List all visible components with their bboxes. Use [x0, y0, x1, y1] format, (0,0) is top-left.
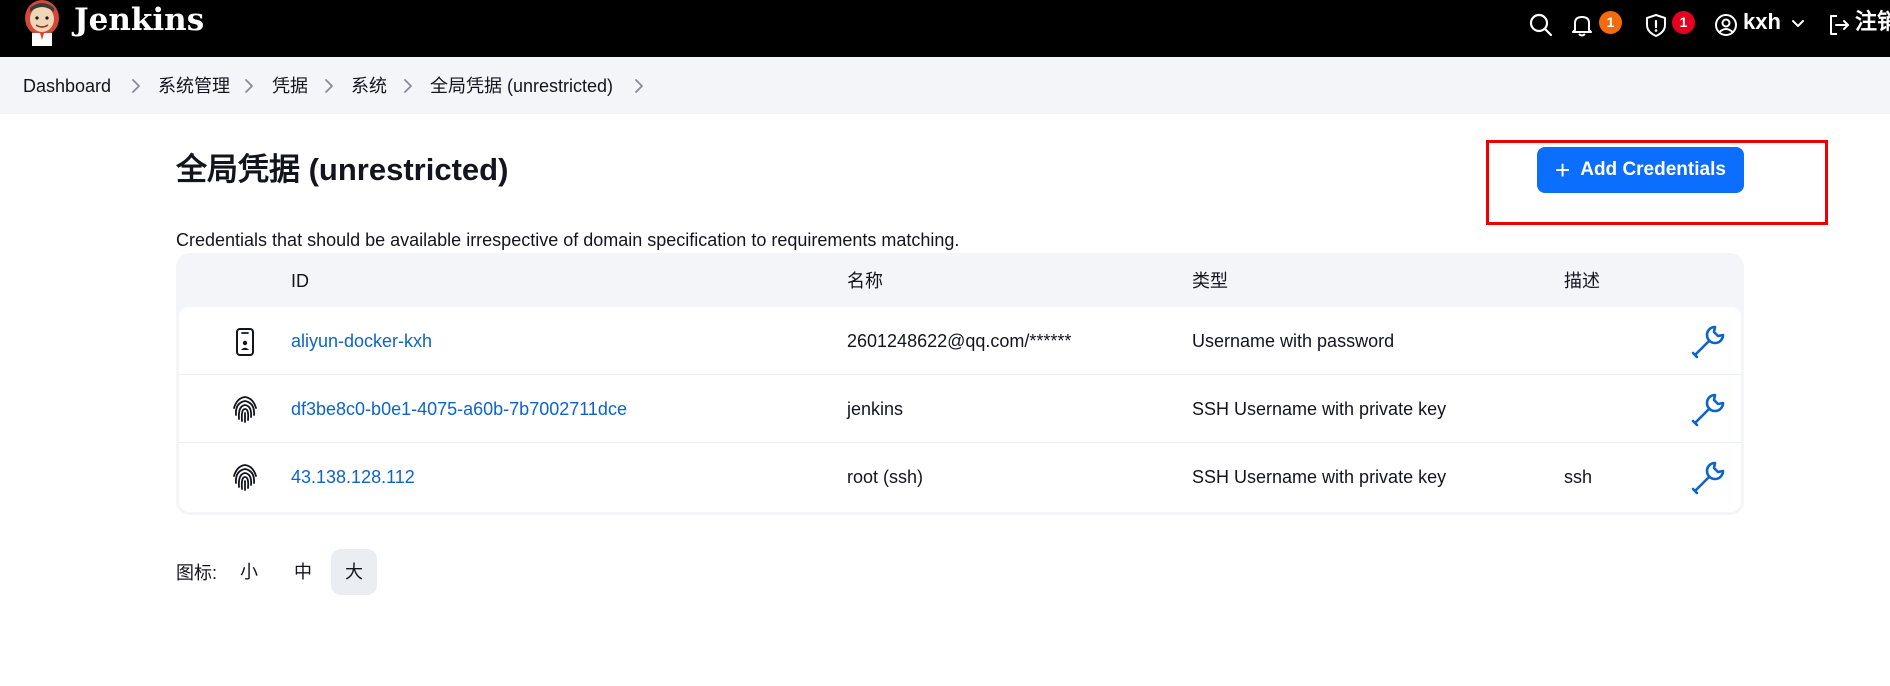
breadcrumb-system[interactable]: 系统 [351, 75, 387, 97]
column-header-type[interactable]: 类型 [1192, 270, 1228, 292]
credential-id-link[interactable]: df3be8c0-b0e1-4075-a60b-7b7002711dce [291, 398, 627, 420]
notification-count-badge[interactable]: 1 [1599, 11, 1622, 34]
wrench-icon[interactable] [1689, 457, 1729, 497]
chevron-right-icon [132, 79, 140, 93]
breadcrumb-dashboard[interactable]: Dashboard [23, 75, 111, 97]
table-row: df3be8c0-b0e1-4075-a60b-7b7002711dce jen… [179, 375, 1741, 443]
breadcrumb-system-management[interactable]: 系统管理 [158, 75, 230, 97]
wrench-icon[interactable] [1689, 389, 1729, 429]
chevron-right-icon [404, 79, 412, 93]
chevron-right-icon [245, 79, 253, 93]
user-icon[interactable] [1713, 12, 1739, 38]
mobile-card-icon [236, 328, 254, 356]
logout-icon[interactable] [1826, 12, 1852, 38]
credentials-table: ID 名称 类型 描述 aliyun-docker-kxh 2601248622… [176, 253, 1744, 515]
icon-size-large[interactable]: 大 [331, 549, 377, 595]
column-header-name[interactable]: 名称 [847, 270, 883, 292]
breadcrumb-credentials[interactable]: 凭据 [272, 75, 308, 97]
wrench-icon[interactable] [1689, 321, 1729, 361]
credential-type: Username with password [1192, 331, 1395, 351]
credential-name: jenkins [847, 399, 904, 419]
column-header-id[interactable]: ID [291, 270, 309, 292]
annotation-highlight-box [1486, 140, 1828, 225]
icon-size-small[interactable]: 小 [226, 549, 272, 595]
credential-name: 2601248622@qq.com/****** [847, 331, 1072, 351]
credential-name: root (ssh) [847, 467, 924, 487]
jenkins-logo-icon[interactable] [22, 0, 62, 46]
chevron-right-icon [325, 79, 333, 93]
page-title: 全局凭据 (unrestricted) [176, 152, 509, 187]
shield-icon[interactable] [1643, 12, 1669, 38]
user-name[interactable]: kxh [1743, 10, 1781, 34]
chevron-right-icon[interactable] [631, 77, 647, 95]
brand-name[interactable]: Jenkins [74, 0, 204, 40]
breadcrumb-global-credentials[interactable]: 全局凭据 (unrestricted) [430, 75, 613, 97]
breadcrumb: Dashboard 系统管理 凭据 系统 全局凭据 (unrestricted) [0, 57, 1890, 114]
bell-icon[interactable] [1569, 12, 1595, 38]
credential-description: ssh [1564, 467, 1593, 487]
security-count-badge[interactable]: 1 [1672, 11, 1695, 34]
search-icon[interactable] [1528, 12, 1554, 38]
icon-size-medium[interactable]: 中 [280, 549, 326, 595]
top-header: Jenkins 1 1 kxh 注销 [0, 0, 1890, 57]
credential-id-link[interactable]: aliyun-docker-kxh [291, 330, 432, 352]
fingerprint-icon [233, 464, 257, 491]
fingerprint-icon [233, 396, 257, 423]
credential-type: SSH Username with private key [1192, 467, 1447, 487]
logout-link[interactable]: 注销 [1855, 10, 1890, 34]
table-body: aliyun-docker-kxh 2601248622@qq.com/****… [179, 307, 1741, 512]
table-row: aliyun-docker-kxh 2601248622@qq.com/****… [179, 307, 1741, 375]
page-description: Credentials that should be available irr… [176, 230, 960, 250]
credential-id-link[interactable]: 43.138.128.112 [291, 466, 415, 488]
table-row: 43.138.128.112 root (ssh) SSH Username w… [179, 443, 1741, 511]
column-header-description[interactable]: 描述 [1564, 270, 1600, 292]
icon-size-label: 图标: [176, 563, 218, 583]
chevron-down-icon[interactable] [1788, 13, 1808, 33]
credential-type: SSH Username with private key [1192, 399, 1447, 419]
